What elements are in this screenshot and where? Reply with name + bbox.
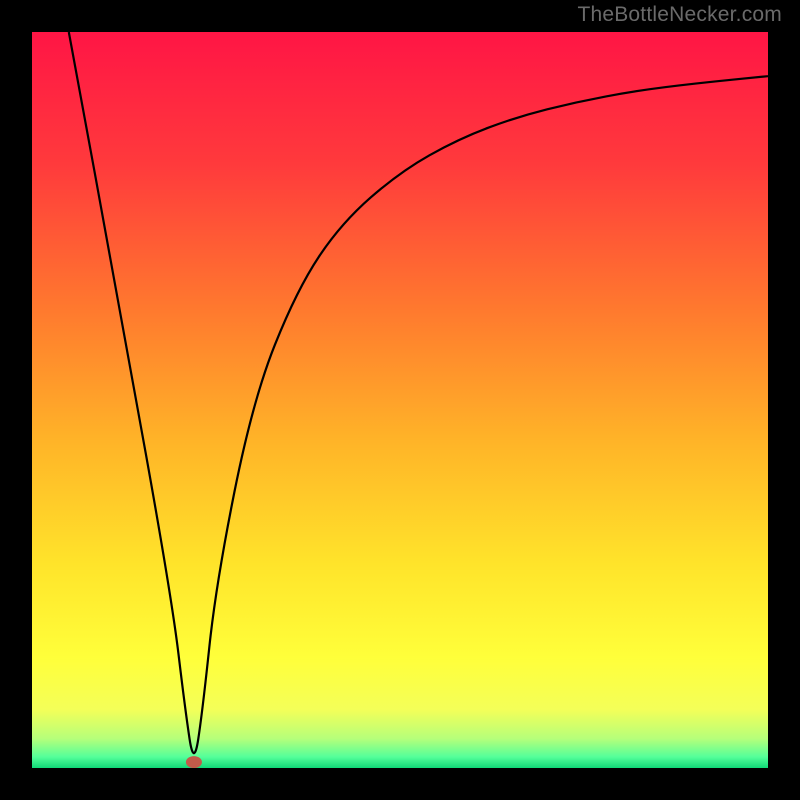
gradient-background [32, 32, 768, 768]
plot-area [32, 32, 768, 768]
optimum-marker-icon [186, 756, 202, 768]
chart-frame: TheBottleNecker.com [0, 0, 800, 800]
attribution-watermark: TheBottleNecker.com [577, 3, 782, 27]
bottleneck-chart [32, 32, 768, 768]
